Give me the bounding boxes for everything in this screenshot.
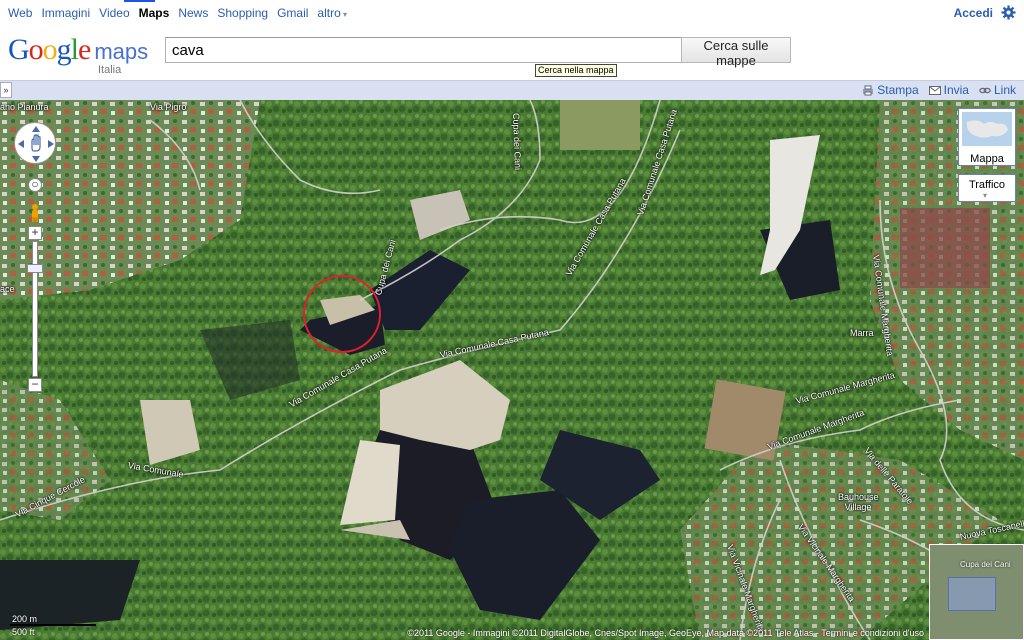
google-wordmark: Google xyxy=(8,33,91,66)
zoom-out-button[interactable]: − xyxy=(28,378,42,392)
road-label: Cupa dei Cani xyxy=(511,112,523,171)
maps-wordmark: maps xyxy=(94,39,149,64)
country-label: Italia xyxy=(98,64,122,76)
envelope-icon xyxy=(928,85,941,95)
nav-gmail[interactable]: Gmail xyxy=(277,6,308,20)
nav-more[interactable]: altro xyxy=(317,6,347,20)
traffic-button[interactable]: Traffico ▾ xyxy=(958,174,1016,202)
print-link[interactable]: Stampa xyxy=(862,83,919,97)
chain-link-icon xyxy=(979,87,991,93)
map-type-button[interactable]: Mappa xyxy=(958,108,1016,166)
overview-map[interactable]: Cupa dei Cani xyxy=(929,544,1024,640)
google-top-bar: Web Immagini Video Maps News Shopping Gm… xyxy=(0,0,1024,26)
satellite-imagery xyxy=(0,100,1024,640)
nav-news[interactable]: News xyxy=(178,6,208,20)
nav-maps[interactable]: Maps xyxy=(139,6,170,20)
search-maps-button[interactable]: Cerca sulle mappe xyxy=(681,37,791,68)
active-tab-indicator xyxy=(124,0,155,2)
overview-viewport[interactable] xyxy=(948,577,996,611)
link-label: Link xyxy=(993,83,1016,97)
place-label: Marra xyxy=(850,328,874,338)
map-type-thumbnail xyxy=(962,112,1012,146)
send-label: Invia xyxy=(943,83,969,97)
signin-link[interactable]: Accedi xyxy=(954,6,993,20)
road-label: ace xyxy=(0,284,15,294)
nav-web[interactable]: Web xyxy=(8,6,32,20)
place-label: Bauhouse Village xyxy=(838,492,879,512)
map-toolbar: » Stampa Invia Link xyxy=(0,80,1024,100)
gear-icon[interactable] xyxy=(1001,5,1016,20)
nav-video[interactable]: Video xyxy=(99,6,129,20)
print-label: Stampa xyxy=(877,83,919,97)
search-tooltip: Cerca nella mappa xyxy=(535,64,617,77)
google-maps-logo[interactable]: Google maps Italia xyxy=(8,33,158,77)
scale-bar: 200 m 500 ft xyxy=(10,612,100,638)
collapse-panel-button[interactable]: » xyxy=(0,82,12,98)
traffic-label: Traffico xyxy=(968,179,1006,191)
reset-view-button[interactable]: ○ xyxy=(28,178,42,192)
search-input[interactable] xyxy=(165,37,682,63)
top-nav: Web Immagini Video Maps News Shopping Gm… xyxy=(8,6,356,20)
scale-imperial: 500 ft xyxy=(12,627,35,637)
scale-line xyxy=(10,624,96,626)
nav-shopping[interactable]: Shopping xyxy=(217,6,268,20)
send-link[interactable]: Invia xyxy=(928,83,969,97)
link-link[interactable]: Link xyxy=(979,83,1016,97)
zoom-slider-track[interactable] xyxy=(32,241,38,377)
maps-header: Googlemaps Italia Cerca sulle mappe Cerc… xyxy=(0,26,1024,80)
copyright-notice: ©2011 Google - Immagini ©2011 DigitalGlo… xyxy=(407,628,924,638)
pan-arrows-icon xyxy=(18,126,54,162)
nav-immagini[interactable]: Immagini xyxy=(41,6,90,20)
road-label: Via Pigro xyxy=(150,102,187,112)
map-type-label: Mappa xyxy=(970,153,1004,165)
street-view-pegman-icon[interactable] xyxy=(28,203,42,223)
zoom-in-button[interactable]: + xyxy=(28,226,42,240)
scale-metric: 200 m xyxy=(12,614,38,624)
satellite-map[interactable]: Via Pigro Cupa dei Cani Cupa dei Cani Vi… xyxy=(0,100,1024,640)
chevron-down-icon: ▾ xyxy=(983,191,988,200)
pan-control[interactable] xyxy=(14,122,56,164)
overview-label: Cupa dei Cani xyxy=(960,560,1011,569)
zoom-slider-handle[interactable] xyxy=(27,264,43,273)
printer-icon xyxy=(863,85,874,95)
road-label: ano Pianura xyxy=(0,102,49,112)
